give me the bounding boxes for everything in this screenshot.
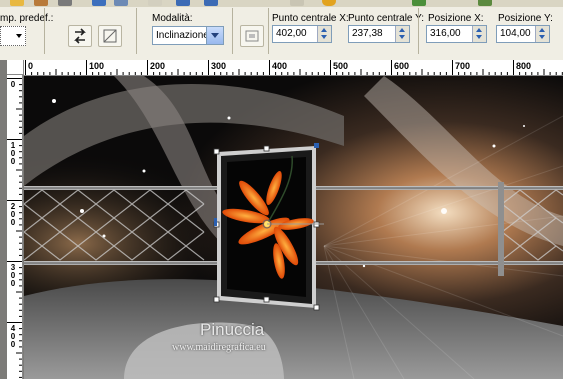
position-y-value: 104,00 xyxy=(500,28,531,39)
position-y-input[interactable]: 104,00 xyxy=(496,25,550,43)
center-y-input[interactable]: 237,38 xyxy=(348,25,410,43)
h-ruler-label: 100 xyxy=(89,61,105,71)
canvas-artwork xyxy=(24,76,563,379)
v-ruler-label: 0 xyxy=(10,80,16,89)
vertical-ruler: 0 100 200 300 400 xyxy=(7,75,23,379)
chevron-down-icon[interactable] xyxy=(206,27,223,44)
position-y-stepper[interactable] xyxy=(535,26,549,42)
transform-reset-icon xyxy=(103,29,117,43)
toolbar-icon[interactable] xyxy=(290,0,304,6)
transform-reset-button[interactable] xyxy=(98,25,122,47)
position-x-value: 316,00 xyxy=(430,28,461,39)
image-workspace: 0 100 200 300 400 500 600 700 800 0 100 … xyxy=(0,60,563,379)
center-y-label: Punto centrale Y: xyxy=(348,13,424,24)
center-x-input[interactable]: 402,00 xyxy=(272,25,332,43)
h-ruler-label: 500 xyxy=(333,61,349,71)
toolbar-icon[interactable] xyxy=(92,0,106,6)
tool-options-bar: mp. predef.: Modalità: Inclinazione Punt… xyxy=(0,0,563,61)
separator xyxy=(232,8,233,54)
image-canvas[interactable]: Pinuccia www.maidiregrafica.eu xyxy=(24,76,563,379)
toolbar-icon[interactable] xyxy=(148,0,162,6)
center-x-label: Punto centrale X: xyxy=(272,13,349,24)
toolbar-icon[interactable] xyxy=(10,0,24,6)
position-x-stepper[interactable] xyxy=(472,26,486,42)
v-ruler-label: 300 xyxy=(10,263,16,288)
selected-layer[interactable] xyxy=(213,143,324,311)
transform-apply-button[interactable] xyxy=(240,25,264,47)
position-x-input[interactable]: 316,00 xyxy=(426,25,487,43)
toolbar-icon[interactable] xyxy=(34,0,48,6)
center-x-stepper[interactable] xyxy=(317,26,331,42)
top-icon-strip xyxy=(0,0,563,7)
position-x-label: Posizione X: xyxy=(428,13,484,24)
h-ruler-label: 0 xyxy=(28,61,34,71)
h-ruler-label: 400 xyxy=(272,61,288,71)
h-ruler-label: 700 xyxy=(455,61,471,71)
h-ruler-label: 800 xyxy=(516,61,532,71)
separator xyxy=(268,8,269,54)
separator xyxy=(136,8,137,54)
mode-label: Modalità: xyxy=(152,13,193,24)
center-x-value: 402,00 xyxy=(276,28,307,39)
watermark-name: Pinuccia xyxy=(200,320,265,339)
center-y-value: 237,38 xyxy=(352,28,383,39)
h-ruler-label: 300 xyxy=(211,61,227,71)
watermark-url: www.maidiregrafica.eu xyxy=(172,342,266,353)
flip-icon xyxy=(74,28,86,44)
position-y-label: Posizione Y: xyxy=(498,13,553,24)
preset-dropdown-arrow-icon xyxy=(16,34,22,38)
horizontal-ruler-ticks xyxy=(25,60,563,75)
flip-button[interactable] xyxy=(68,25,92,47)
separator xyxy=(418,8,419,54)
v-ruler-label: 100 xyxy=(10,141,16,166)
toolbar-icon[interactable] xyxy=(322,0,336,6)
toolbar-icon[interactable] xyxy=(58,0,72,6)
ruler-corner xyxy=(7,60,24,75)
mode-select[interactable]: Inclinazione xyxy=(152,26,224,45)
toolbar-icon[interactable] xyxy=(478,0,492,6)
horizontal-ruler: 0 100 200 300 400 500 600 700 800 xyxy=(24,60,563,76)
transform-apply-icon xyxy=(245,30,259,42)
preset-label: mp. predef.: xyxy=(0,13,54,24)
v-ruler-label: 200 xyxy=(10,202,16,227)
mode-select-value: Inclinazione xyxy=(156,30,209,41)
h-ruler-label: 200 xyxy=(150,61,166,71)
toolbar-icon[interactable] xyxy=(114,0,128,6)
toolbar-icon[interactable] xyxy=(176,0,190,6)
v-ruler-label: 400 xyxy=(10,324,16,349)
toolbar-icon[interactable] xyxy=(412,0,426,6)
toolbar-icon[interactable] xyxy=(204,0,218,6)
center-y-stepper[interactable] xyxy=(395,26,409,42)
separator xyxy=(44,8,45,54)
h-ruler-label: 600 xyxy=(394,61,410,71)
preset-picker[interactable] xyxy=(0,26,26,46)
